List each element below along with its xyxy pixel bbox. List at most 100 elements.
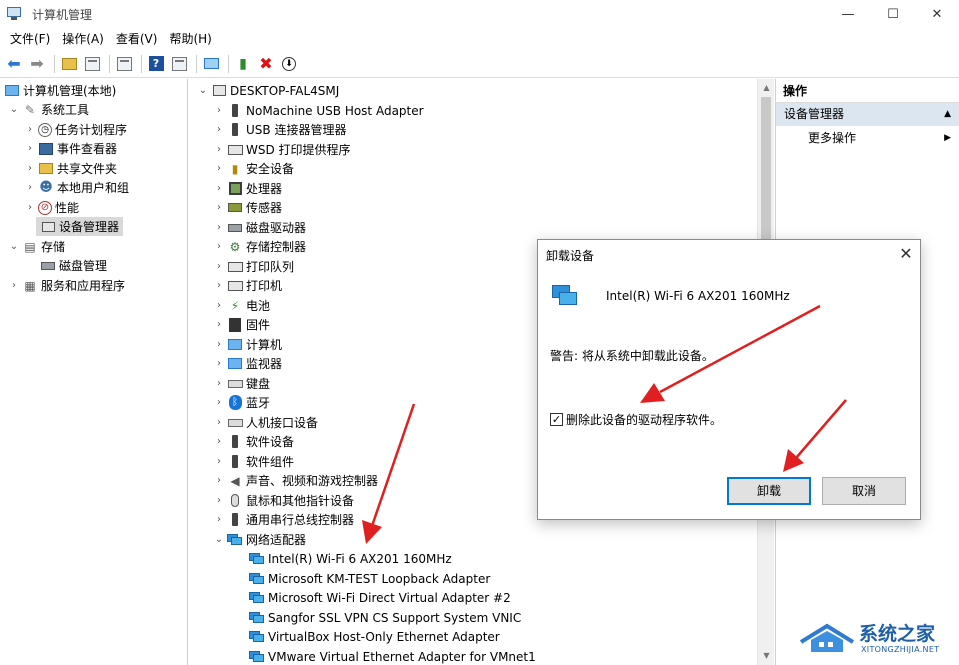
tree-storage[interactable]: ⌄ ▤ 存储: [8, 237, 65, 256]
device-category[interactable]: › 监视器: [213, 354, 282, 373]
device-category[interactable]: › 软件组件: [213, 452, 294, 471]
chevron-right-icon[interactable]: ›: [213, 280, 225, 291]
chevron-right-icon[interactable]: ›: [213, 456, 225, 467]
chevron-right-icon[interactable]: ›: [24, 124, 36, 135]
tree-disk-management[interactable]: 磁盘管理: [38, 256, 107, 275]
more-actions-item[interactable]: 更多操作 ▶: [776, 126, 959, 150]
dialog-close-button[interactable]: ✕: [894, 242, 918, 266]
chevron-right-icon[interactable]: ›: [8, 280, 20, 291]
chevron-right-icon[interactable]: ›: [213, 222, 225, 233]
chevron-right-icon[interactable]: ›: [213, 378, 225, 389]
menu-help[interactable]: 帮助(H): [163, 28, 217, 50]
action-pane-button[interactable]: [169, 54, 189, 74]
scroll-down-arrow-icon[interactable]: ▼: [758, 648, 775, 664]
actions-section-device-manager[interactable]: 设备管理器 ▲: [776, 103, 959, 126]
device-category[interactable]: › 软件设备: [213, 432, 294, 451]
device-category[interactable]: › 固件: [213, 315, 270, 334]
chevron-right-icon[interactable]: ›: [24, 143, 36, 154]
tree-device-manager[interactable]: 设备管理器: [36, 217, 124, 236]
device-category[interactable]: › 处理器: [213, 179, 282, 198]
delete-driver-checkbox[interactable]: ✓: [550, 413, 563, 426]
delete-driver-option[interactable]: ✓ 删除此设备的驱动程序软件。: [550, 411, 722, 428]
network-adapter-item[interactable]: Intel(R) Wi-Fi 6 AX201 160MHz: [247, 549, 452, 568]
tree-root[interactable]: 计算机管理(本地): [2, 81, 116, 100]
device-category[interactable]: › 磁盘驱动器: [213, 218, 306, 237]
chevron-right-icon[interactable]: ›: [213, 358, 225, 369]
minimize-button[interactable]: —: [825, 0, 871, 28]
network-adapter-item[interactable]: VirtualBox Host-Only Ethernet Adapter: [247, 627, 500, 646]
device-tree-root[interactable]: ⌄ DESKTOP-FAL4SMJ: [197, 81, 340, 100]
chevron-right-icon[interactable]: ›: [213, 163, 225, 174]
device-category[interactable]: › 人机接口设备: [213, 413, 318, 432]
chevron-right-icon[interactable]: ›: [213, 397, 225, 408]
chevron-right-icon[interactable]: ›: [24, 182, 36, 193]
chevron-down-icon[interactable]: ⌄: [8, 241, 20, 252]
device-category[interactable]: › 通用串行总线控制器: [213, 510, 354, 529]
uninstall-button[interactable]: 卸载: [727, 477, 811, 505]
chevron-right-icon[interactable]: ›: [213, 514, 225, 525]
chevron-right-icon[interactable]: ›: [213, 261, 225, 272]
device-category[interactable]: › 键盘: [213, 374, 270, 393]
network-adapter-item[interactable]: VMware Virtual Ethernet Adapter for VMne…: [247, 647, 536, 665]
uninstall-device-button[interactable]: ✖: [256, 54, 276, 74]
collapse-up-icon[interactable]: ▲: [944, 103, 951, 126]
chevron-right-icon[interactable]: ›: [213, 319, 225, 330]
device-category[interactable]: › 鼠标和其他指针设备: [213, 491, 354, 510]
device-category[interactable]: › WSD 打印提供程序: [213, 140, 351, 159]
device-category[interactable]: › 计算机: [213, 335, 282, 354]
tree-performance[interactable]: › ⊘ 性能: [24, 198, 79, 217]
menu-file[interactable]: 文件(F): [4, 28, 56, 50]
device-category[interactable]: › 打印队列: [213, 257, 294, 276]
chevron-down-icon[interactable]: ⌄: [197, 85, 209, 96]
help-button[interactable]: ?: [146, 54, 166, 74]
tree-task-scheduler[interactable]: › ◷ 任务计划程序: [24, 120, 127, 139]
device-category-network[interactable]: ⌄ 网络适配器: [213, 530, 306, 549]
chevron-right-icon[interactable]: ›: [213, 475, 225, 486]
device-category[interactable]: › ◀ 声音、视频和游戏控制器: [213, 471, 378, 490]
maximize-button[interactable]: ☐: [870, 0, 916, 28]
show-hide-tree-button[interactable]: [82, 54, 102, 74]
tree-system-tools[interactable]: ⌄ ✎ 系统工具: [8, 100, 89, 119]
menu-action[interactable]: 操作(A): [56, 28, 110, 50]
properties-button[interactable]: [114, 54, 134, 74]
chevron-down-icon[interactable]: ⌄: [213, 534, 225, 545]
chevron-right-icon[interactable]: ›: [213, 241, 225, 252]
chevron-right-icon[interactable]: ›: [213, 124, 225, 135]
device-category[interactable]: › ▮ 安全设备: [213, 159, 294, 178]
close-button[interactable]: ✕: [914, 0, 959, 28]
enable-device-button[interactable]: ⬇: [279, 54, 299, 74]
tree-local-users[interactable]: › ☻ 本地用户和组: [24, 178, 129, 197]
tree-shared-folders[interactable]: › 共享文件夹: [24, 159, 117, 178]
chevron-right-icon[interactable]: ›: [213, 202, 225, 213]
back-button[interactable]: ⬅: [4, 54, 24, 74]
scan-hardware-button[interactable]: [201, 54, 221, 74]
network-adapter-item[interactable]: Microsoft Wi-Fi Direct Virtual Adapter #…: [247, 588, 511, 607]
tree-event-viewer[interactable]: › 事件查看器: [24, 139, 117, 158]
cancel-button[interactable]: 取消: [822, 477, 906, 505]
menu-view[interactable]: 查看(V): [110, 28, 164, 50]
device-category[interactable]: › ᛒ 蓝牙: [213, 393, 270, 412]
chevron-right-icon[interactable]: ›: [24, 202, 36, 213]
device-category[interactable]: › ⚙ 存储控制器: [213, 237, 306, 256]
device-category[interactable]: › USB 连接器管理器: [213, 120, 346, 139]
network-adapter-item[interactable]: Sangfor SSL VPN CS Support System VNIC: [247, 608, 521, 627]
device-category[interactable]: › NoMachine USB Host Adapter: [213, 101, 424, 120]
chevron-down-icon[interactable]: ⌄: [8, 104, 20, 115]
tree-services[interactable]: › ▦ 服务和应用程序: [8, 276, 125, 295]
chevron-right-icon[interactable]: ›: [213, 339, 225, 350]
up-level-button[interactable]: [59, 54, 79, 74]
network-adapter-item[interactable]: Microsoft KM-TEST Loopback Adapter: [247, 569, 490, 588]
device-category[interactable]: › ⚡ 电池: [213, 296, 270, 315]
chevron-right-icon[interactable]: ›: [213, 105, 225, 116]
chevron-right-icon[interactable]: ›: [213, 183, 225, 194]
chevron-right-icon[interactable]: ›: [213, 417, 225, 428]
chevron-right-icon[interactable]: ›: [213, 144, 225, 155]
chevron-right-icon[interactable]: ›: [24, 163, 36, 174]
device-category[interactable]: › 打印机: [213, 276, 282, 295]
chevron-right-icon[interactable]: ›: [213, 300, 225, 311]
chevron-right-icon[interactable]: ›: [213, 495, 225, 506]
device-category[interactable]: › 传感器: [213, 198, 282, 217]
update-driver-button[interactable]: ▮: [233, 54, 253, 74]
chevron-right-icon[interactable]: ›: [213, 436, 225, 447]
forward-button[interactable]: ➡: [27, 54, 47, 74]
